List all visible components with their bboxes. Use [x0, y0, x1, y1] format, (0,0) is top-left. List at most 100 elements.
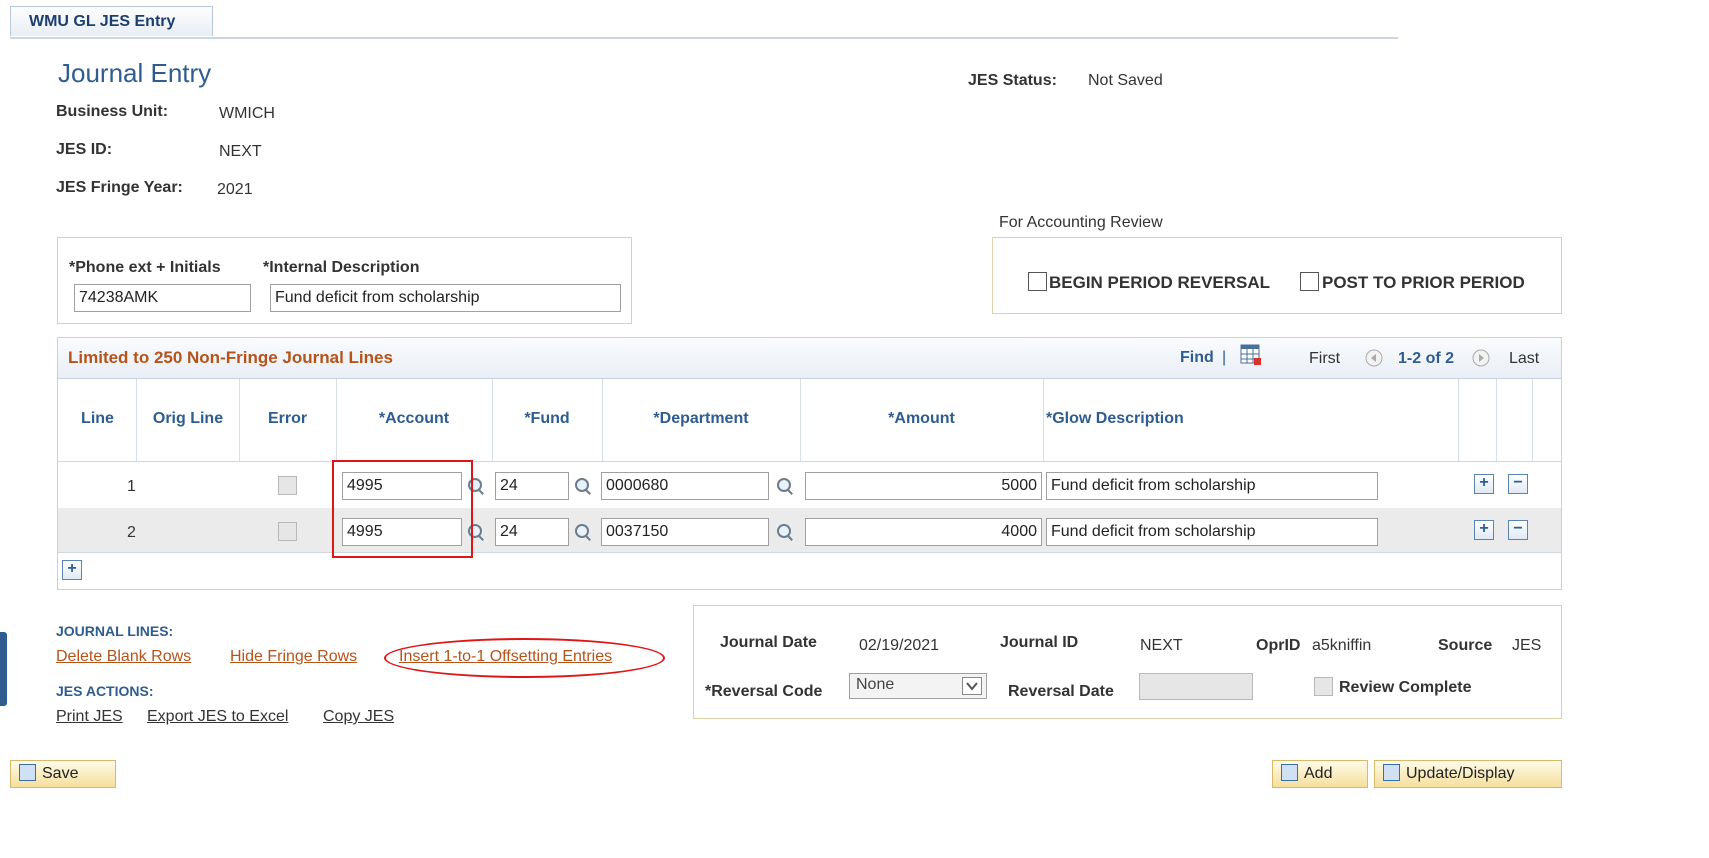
row-1-add-row-button[interactable]: +	[1474, 474, 1494, 494]
find-separator: |	[1222, 349, 1227, 366]
col-divider	[602, 379, 603, 461]
hide-fringe-rows-link[interactable]: Hide Fringe Rows	[230, 648, 357, 666]
journal-date-value: 02/19/2021	[859, 637, 940, 654]
save-button[interactable]: Save	[10, 760, 116, 788]
view-all-grid-icon[interactable]	[1240, 344, 1262, 366]
jes-status-value: Not Saved	[1088, 72, 1163, 89]
phone-field[interactable]: 74238AMK	[74, 284, 251, 312]
col-account: *Account	[378, 410, 450, 427]
review-complete-label: Review Complete	[1339, 679, 1472, 696]
col-divider	[1458, 379, 1459, 461]
row-1-error-checkbox	[278, 476, 297, 495]
delete-blank-rows-link[interactable]: Delete Blank Rows	[56, 648, 191, 666]
jes-actions-header: JES ACTIONS:	[56, 683, 154, 699]
col-department: *Department	[653, 410, 749, 427]
grid-title: Limited to 250 Non-Fringe Journal Lines	[68, 348, 393, 367]
col-divider	[492, 379, 493, 461]
last-label: Last	[1509, 350, 1540, 367]
row-2-department-lookup-icon[interactable]	[776, 523, 794, 541]
row-range: 1-2 of 2	[1398, 350, 1455, 367]
col-divider	[1043, 379, 1044, 461]
update-display-button-label: Update/Display	[1406, 765, 1515, 782]
account-highlight-box	[332, 460, 473, 558]
row-1-delete-row-button[interactable]: −	[1508, 474, 1528, 494]
row-2-fund-field[interactable]: 24	[495, 518, 569, 546]
next-arrow-icon[interactable]	[1472, 349, 1490, 367]
journal-id-value: NEXT	[1140, 637, 1183, 654]
col-divider	[239, 379, 240, 461]
row-1-fund-field[interactable]: 24	[495, 472, 569, 500]
internal-description-field[interactable]: Fund deficit from scholarship	[270, 284, 621, 312]
export-jes-to-excel-link[interactable]: Export JES to Excel	[147, 708, 288, 726]
header-divider	[58, 461, 1561, 462]
copy-jes-link[interactable]: Copy JES	[323, 708, 394, 726]
row-2-department-field[interactable]: 0037150	[601, 518, 769, 546]
previous-arrow-icon[interactable]	[1365, 349, 1383, 367]
add-new-row-button[interactable]: +	[62, 560, 82, 580]
print-jes-link[interactable]: Print JES	[56, 708, 123, 726]
journal-summary-box	[693, 605, 1562, 719]
offsetting-highlight-oval	[384, 638, 665, 678]
fringe-year-value: 2021	[217, 181, 253, 198]
jes-id-value: NEXT	[219, 143, 262, 160]
row-2-add-row-button[interactable]: +	[1474, 520, 1494, 540]
add-icon	[1281, 764, 1298, 781]
row-1-amount-field[interactable]: 5000	[805, 472, 1042, 500]
col-line: Line	[81, 410, 114, 427]
chevron-down-icon[interactable]	[962, 677, 982, 695]
post-to-prior-period-label: POST TO PRIOR PERIOD	[1322, 273, 1525, 292]
add-button[interactable]: Add	[1272, 760, 1368, 788]
row-1-fund-lookup-icon[interactable]	[574, 477, 592, 495]
row-1-department-lookup-icon[interactable]	[776, 477, 794, 495]
col-divider	[336, 379, 337, 461]
row-1-department-field[interactable]: 0000680	[601, 472, 769, 500]
journal-id-label: Journal ID	[1000, 634, 1079, 651]
row-1-line: 1	[127, 478, 136, 495]
row-2-fund-lookup-icon[interactable]	[574, 523, 592, 541]
begin-period-reversal-label: BEGIN PERIOD REVERSAL	[1049, 273, 1271, 292]
row-1-glow-description-field[interactable]: Fund deficit from scholarship	[1046, 472, 1378, 500]
review-complete-checkbox	[1314, 677, 1333, 696]
col-divider	[1496, 379, 1497, 461]
col-amount: *Amount	[888, 410, 955, 427]
add-button-label: Add	[1304, 765, 1333, 782]
save-button-label: Save	[42, 765, 79, 782]
jes-id-label: JES ID:	[56, 141, 113, 158]
row-2-amount-field[interactable]: 4000	[805, 518, 1042, 546]
journal-date-label: Journal Date	[720, 634, 817, 651]
journal-lines-header: JOURNAL LINES:	[56, 623, 174, 639]
col-fund: *Fund	[524, 410, 570, 427]
tab-underline	[10, 37, 1398, 39]
phone-label: *Phone ext + Initials	[69, 259, 221, 276]
col-divider	[1532, 379, 1533, 461]
post-to-prior-period-checkbox[interactable]	[1300, 272, 1319, 296]
business-unit-value: WMICH	[219, 105, 275, 122]
reversal-code-label: *Reversal Code	[705, 683, 823, 700]
update-display-icon	[1383, 764, 1400, 781]
description-label: *Internal Description	[263, 259, 420, 276]
side-panel-handle[interactable]	[0, 632, 7, 706]
source-label: Source	[1438, 637, 1493, 654]
jes-status-label: JES Status:	[968, 72, 1057, 89]
oprid-label: OprID	[1256, 637, 1301, 654]
page-title: Journal Entry	[58, 58, 212, 88]
tab-wmu-gl-jes-entry[interactable]: WMU GL JES Entry	[10, 6, 213, 36]
row-2-glow-description-field[interactable]: Fund deficit from scholarship	[1046, 518, 1378, 546]
col-orig-line: Orig Line	[152, 410, 224, 427]
rows-bottom-divider	[58, 552, 1561, 553]
oprid-value: a5kniffin	[1312, 637, 1372, 654]
find-link[interactable]: Find	[1180, 349, 1214, 367]
reversal-date-label: Reversal Date	[1008, 683, 1114, 700]
reversal-code-select[interactable]: None	[849, 673, 987, 699]
first-label: First	[1309, 350, 1341, 367]
reversal-code-value: None	[856, 676, 895, 693]
business-unit-label: Business Unit:	[56, 103, 169, 120]
row-2-delete-row-button[interactable]: −	[1508, 520, 1528, 540]
row-2-line: 2	[127, 524, 136, 541]
reversal-date-field	[1139, 673, 1253, 700]
update-display-button[interactable]: Update/Display	[1374, 760, 1562, 788]
begin-period-reversal-checkbox[interactable]	[1028, 272, 1047, 296]
col-error: Error	[267, 410, 308, 427]
row-2-error-checkbox	[278, 522, 297, 541]
save-icon	[19, 764, 36, 781]
